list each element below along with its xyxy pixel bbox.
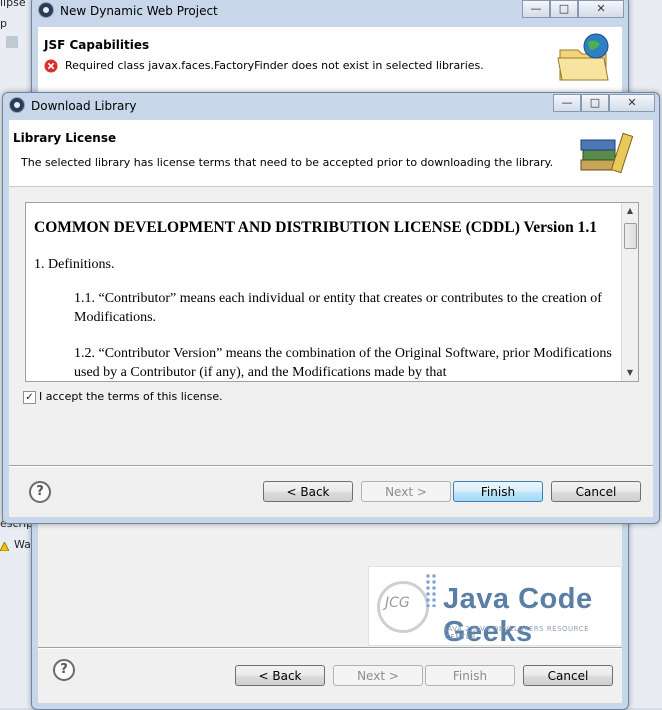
dialog-banner-title: Library License — [13, 131, 117, 145]
dialog-titlebar[interactable]: Download Library — □ ✕ — [3, 93, 659, 115]
license-text-area[interactable]: COMMON DEVELOPMENT AND DISTRIBUTION LICE… — [25, 202, 639, 382]
dialog-next-button[interactable]: Next > — [361, 481, 451, 502]
logo-tagline: JAVA 2 JAVA DEVELOPERS RESOURCE CENTER — [445, 625, 590, 641]
dialog-cancel-button[interactable]: Cancel — [551, 481, 641, 502]
eclipse-icon — [38, 2, 54, 18]
scroll-down-arrow-icon[interactable]: ▼ — [622, 365, 638, 381]
license-heading: COMMON DEVELOPMENT AND DISTRIBUTION LICE… — [34, 219, 597, 236]
dialog-banner-message: The selected library has license terms t… — [21, 156, 554, 169]
wizard-banner-title: JSF Capabilities — [44, 38, 150, 52]
wizard-title: New Dynamic Web Project — [60, 4, 218, 18]
maximize-button[interactable]: □ — [550, 0, 578, 18]
license-paragraph: 1.1. “Contributor” means each individual… — [74, 291, 602, 325]
java-code-geeks-logo: JCG Java Code Geeks JAVA 2 JAVA DEVELOPE… — [368, 566, 622, 648]
license-scrollbar[interactable]: ▲ ▼ — [621, 203, 638, 381]
dialog-banner: Library License The selected library has… — [9, 120, 653, 187]
warning-icon — [0, 540, 10, 552]
background-text-fragment: Wa — [14, 538, 31, 551]
pause-icon — [6, 36, 18, 48]
error-icon — [44, 59, 58, 73]
logo-dots — [425, 573, 437, 607]
license-paragraph: 1.2. “Contributor Version” means the com… — [74, 346, 612, 380]
accept-license-label[interactable]: I accept the terms of this license. — [39, 390, 223, 403]
jcg-monogram: JCG — [385, 595, 410, 611]
dialog-finish-button[interactable]: Finish — [453, 481, 543, 502]
scroll-thumb[interactable] — [624, 223, 637, 249]
wizard-cancel-button[interactable]: Cancel — [523, 665, 613, 686]
books-icon — [579, 130, 637, 178]
dialog-title: Download Library — [31, 99, 137, 113]
accept-license-checkbox[interactable]: ✓ — [23, 391, 36, 404]
minimize-button[interactable]: — — [522, 0, 550, 18]
dialog-separator — [9, 465, 653, 467]
eclipse-icon — [9, 97, 25, 113]
download-library-dialog: Download Library — □ ✕ Library License T… — [2, 92, 660, 524]
background-text-fragment: p — [0, 17, 7, 30]
wizard-titlebar[interactable]: New Dynamic Web Project — □ ✕ — [32, 0, 628, 19]
folder-globe-icon — [556, 32, 612, 84]
scroll-up-arrow-icon[interactable]: ▲ — [622, 203, 638, 219]
dialog-back-button[interactable]: < Back — [263, 481, 353, 502]
close-button[interactable]: ✕ — [609, 94, 655, 112]
wizard-next-button[interactable]: Next > — [333, 665, 423, 686]
background-text-fragment: lipse — [0, 0, 26, 9]
minimize-button[interactable]: — — [553, 94, 581, 112]
dialog-help-icon[interactable]: ? — [29, 481, 51, 503]
maximize-button[interactable]: □ — [581, 94, 609, 112]
license-section-title: 1. Definitions. — [34, 257, 115, 272]
close-button[interactable]: ✕ — [578, 0, 624, 18]
wizard-finish-button[interactable]: Finish — [425, 665, 515, 686]
wizard-back-button[interactable]: < Back — [235, 665, 325, 686]
wizard-error-message: Required class javax.faces.FactoryFinder… — [65, 59, 484, 72]
dialog-client-area: Library License The selected library has… — [9, 120, 653, 517]
wizard-banner: JSF Capabilities Required class javax.fa… — [38, 27, 622, 94]
wizard-help-icon[interactable]: ? — [53, 659, 75, 681]
